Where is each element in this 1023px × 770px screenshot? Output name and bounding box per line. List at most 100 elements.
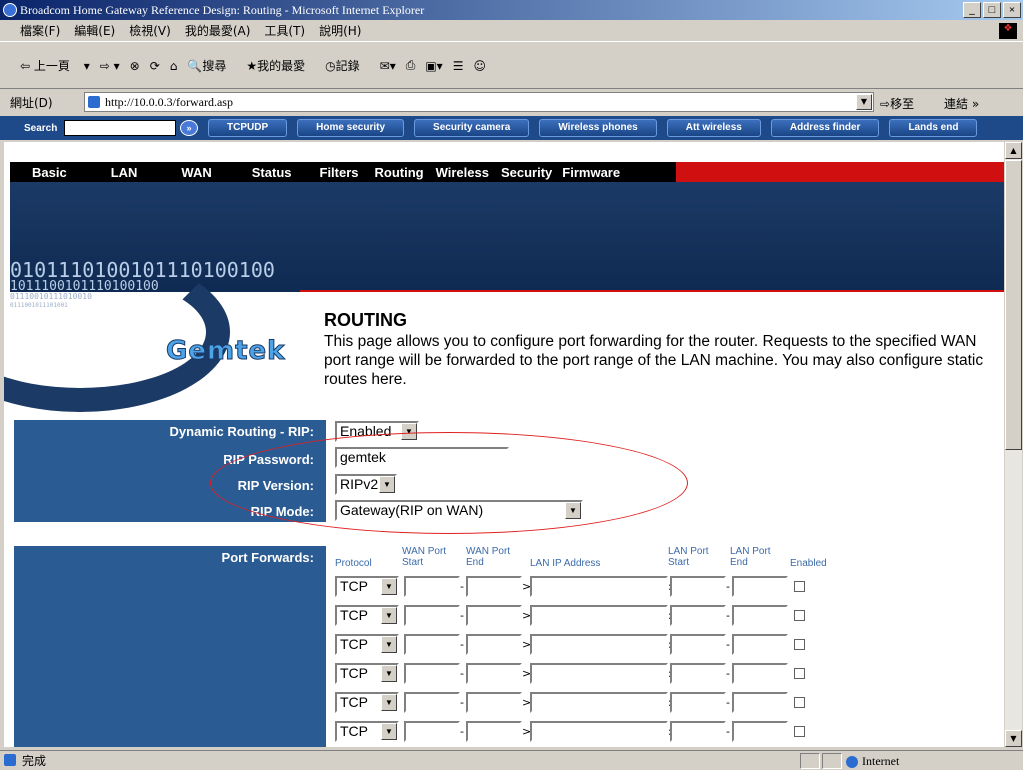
searchbar-button-home-security[interactable]: Home security — [297, 119, 405, 137]
forward-button[interactable]: ⇨ ▾ — [100, 59, 120, 73]
lan-port-end-input[interactable] — [732, 721, 788, 742]
search-button[interactable]: 🔍搜尋 — [187, 57, 236, 74]
wan-port-end-input[interactable] — [466, 605, 522, 626]
nav-wan[interactable]: WAN — [181, 165, 211, 180]
favorites-label: 我的最愛 — [257, 59, 306, 73]
range-separator: - — [726, 609, 730, 622]
protocol-select[interactable]: TCP ▼ — [335, 692, 399, 713]
print-icon[interactable]: ⎙ — [406, 58, 416, 73]
address-url: http://10.0.0.3/forward.asp — [105, 95, 233, 109]
red-highlight-ellipse — [210, 432, 688, 534]
home-icon[interactable]: ⌂ — [170, 59, 178, 73]
searchbar-button-lands-end[interactable]: Lands end — [889, 119, 978, 137]
lan-port-start-input[interactable] — [670, 576, 726, 597]
enabled-checkbox[interactable] — [794, 610, 805, 621]
menu-bar: 檔案(F) 編輯(E) 檢視(V) 我的最愛(A) 工具(T) 說明(H) ❖ — [0, 20, 1023, 42]
address-input[interactable]: http://10.0.0.3/forward.asp — [84, 92, 874, 112]
close-button[interactable]: × — [1003, 2, 1021, 18]
searchbar-button-address-finder[interactable]: Address finder — [770, 119, 880, 137]
enabled-checkbox[interactable] — [794, 639, 805, 650]
wan-port-start-input[interactable] — [404, 605, 460, 626]
searchbar-button-wireless-phones[interactable]: Wireless phones — [539, 119, 657, 137]
back-button[interactable]: ⇦ 上一頁 ▾ — [20, 57, 90, 74]
minimize-button[interactable]: _ — [963, 2, 981, 18]
range-separator: - — [726, 696, 730, 709]
searchbar-button-att-wireless[interactable]: Att wireless — [666, 119, 761, 137]
scroll-up-icon[interactable]: ▲ — [1005, 142, 1022, 159]
discuss-icon[interactable]: ☰ — [453, 59, 464, 73]
enabled-checkbox[interactable] — [794, 668, 805, 679]
favorites-button[interactable]: ★我的最愛 — [246, 57, 315, 74]
menu-favorites[interactable]: 我的最愛(A) — [185, 22, 251, 39]
nav-wireless[interactable]: Wireless — [436, 165, 489, 180]
search-toolbar-input[interactable] — [64, 120, 176, 136]
search-go-icon[interactable]: » — [180, 120, 198, 136]
nav-basic[interactable]: Basic — [32, 165, 67, 180]
links-button[interactable]: 連結 » — [944, 95, 979, 112]
nav-routing[interactable]: Routing — [375, 165, 424, 180]
enabled-checkbox[interactable] — [794, 726, 805, 737]
address-dropdown-icon[interactable]: ▼ — [856, 94, 872, 110]
nav-security[interactable]: Security — [501, 165, 552, 180]
nav-lan[interactable]: LAN — [111, 165, 138, 180]
lan-ip-input[interactable] — [530, 663, 668, 684]
menu-help[interactable]: 說明(H) — [319, 22, 361, 39]
lan-port-end-input[interactable] — [732, 692, 788, 713]
wan-port-start-input[interactable] — [404, 692, 460, 713]
lan-port-end-input[interactable] — [732, 576, 788, 597]
protocol-select[interactable]: TCP ▼ — [335, 605, 399, 626]
lan-ip-input[interactable] — [530, 634, 668, 655]
lan-ip-input[interactable] — [530, 721, 668, 742]
wan-port-start-input[interactable] — [404, 576, 460, 597]
wan-port-start-input[interactable] — [404, 663, 460, 684]
protocol-select[interactable]: TCP ▼ — [335, 576, 399, 597]
lan-port-start-input[interactable] — [670, 634, 726, 655]
lan-port-end-input[interactable] — [732, 634, 788, 655]
wan-port-end-input[interactable] — [466, 663, 522, 684]
enabled-checkbox[interactable] — [794, 581, 805, 592]
protocol-select[interactable]: TCP ▼ — [335, 663, 399, 684]
enabled-checkbox[interactable] — [794, 697, 805, 708]
searchbar-button-security-camera[interactable]: Security camera — [414, 119, 530, 137]
wan-port-end-input[interactable] — [466, 721, 522, 742]
lan-port-start-input[interactable] — [670, 721, 726, 742]
port-forwards-label: Port Forwards: — [221, 550, 314, 565]
wan-port-end-input[interactable] — [466, 576, 522, 597]
lan-ip-input[interactable] — [530, 605, 668, 626]
maximize-button[interactable]: □ — [983, 2, 1001, 18]
refresh-icon[interactable]: ⟳ — [150, 59, 160, 73]
protocol-select[interactable]: TCP ▼ — [335, 634, 399, 655]
messenger-icon[interactable]: ☺ — [473, 59, 486, 73]
lan-port-start-input[interactable] — [670, 692, 726, 713]
lan-port-start-input[interactable] — [670, 663, 726, 684]
nav-status[interactable]: Status — [252, 165, 292, 180]
lan-port-end-input[interactable] — [732, 605, 788, 626]
menu-tools[interactable]: 工具(T) — [264, 22, 305, 39]
history-button[interactable]: ◷記錄 — [325, 57, 370, 74]
stop-icon[interactable]: ⊗ — [130, 59, 140, 73]
menu-file[interactable]: 檔案(F) — [20, 22, 60, 39]
scroll-down-icon[interactable]: ▼ — [1005, 730, 1022, 747]
history-label: 記錄 — [335, 59, 360, 73]
mail-icon[interactable]: ✉▾ — [380, 59, 396, 73]
wan-port-end-input[interactable] — [466, 634, 522, 655]
links-label: 連結 — [944, 97, 969, 111]
nav-filters[interactable]: Filters — [320, 165, 359, 180]
wan-port-start-input[interactable] — [404, 721, 460, 742]
menu-view[interactable]: 檢視(V) — [129, 22, 171, 39]
wan-port-start-input[interactable] — [404, 634, 460, 655]
lan-ip-input[interactable] — [530, 692, 668, 713]
lan-ip-input[interactable] — [530, 576, 668, 597]
vertical-scrollbar[interactable]: ▲ ▼ — [1005, 142, 1022, 747]
scroll-thumb[interactable] — [1005, 160, 1022, 450]
nav-firmware[interactable]: Firmware — [562, 165, 620, 180]
wan-port-end-input[interactable] — [466, 692, 522, 713]
searchbar-button-tcpudp[interactable]: TCPUDP — [208, 119, 288, 137]
protocol-select[interactable]: TCP ▼ — [335, 721, 399, 742]
go-button[interactable]: ⇨移至 — [880, 95, 914, 112]
edit-icon[interactable]: ▣▾ — [425, 59, 442, 73]
lan-port-start-input[interactable] — [670, 605, 726, 626]
menu-edit[interactable]: 編輯(E) — [74, 22, 115, 39]
lan-port-end-input[interactable] — [732, 663, 788, 684]
range-separator: - — [726, 580, 730, 593]
